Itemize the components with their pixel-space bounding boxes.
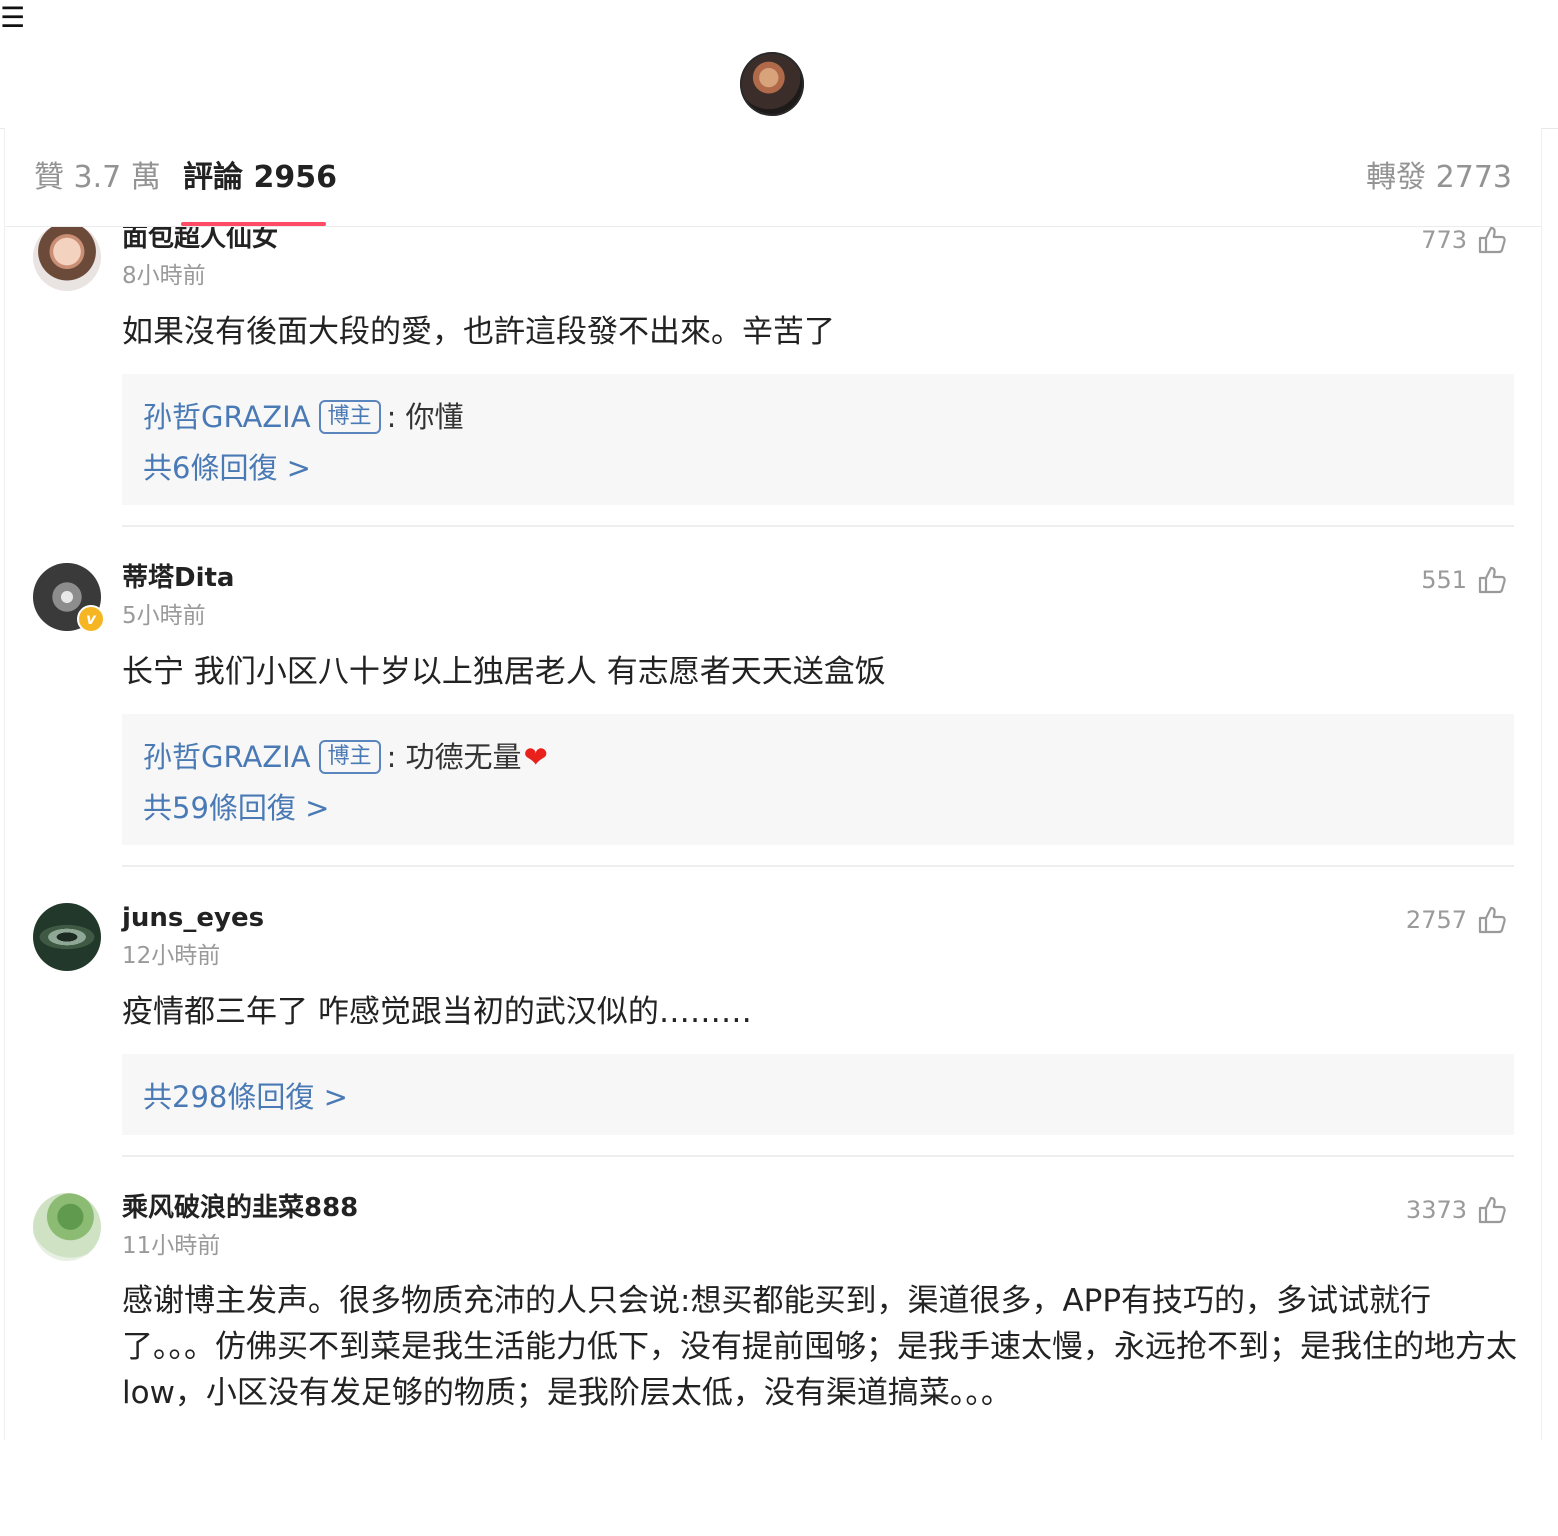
tab-bar: 贊 3.7 萬 評論 2956 轉發 2773: [5, 128, 1541, 227]
reply-box[interactable]: 共298條回復 >: [122, 1054, 1514, 1135]
like-count: 773: [1421, 226, 1467, 254]
bottom-blank: [0, 1440, 1558, 1536]
divider: [122, 1155, 1514, 1157]
comment-text: 感谢博主发声。很多物质充沛的人只会说:想买都能买到，渠道很多，APP有技巧的，多…: [122, 1283, 1517, 1411]
like-button[interactable]: 551: [1421, 563, 1507, 597]
top-bar: [0, 0, 1558, 129]
avatar[interactable]: v: [33, 563, 105, 633]
divider: [122, 525, 1514, 527]
comment-feed[interactable]: 面包超人仙女 8小時前 773 如果沒有後面大段的愛，也許這段發不出來。辛苦了 …: [5, 128, 1541, 1440]
tab-comments[interactable]: 評論 2956: [183, 158, 337, 198]
thumbs-up-icon: [1478, 566, 1506, 594]
tab-likes[interactable]: 贊 3.7 萬: [34, 158, 161, 198]
divider: [122, 865, 1514, 867]
comments-panel: 面包超人仙女 8小時前 773 如果沒有後面大段的愛，也許這段發不出來。辛苦了 …: [4, 128, 1542, 1440]
comment-text: 长宁 我们小区八十岁以上独居老人 有志愿者天天送盒饭: [122, 654, 886, 690]
like-count: 2757: [1405, 906, 1467, 934]
verified-badge-icon: v: [77, 605, 105, 633]
reply-text: : 你懂: [386, 400, 464, 434]
comment-time: 5小時前: [122, 603, 206, 629]
like-button[interactable]: 2757: [1406, 903, 1507, 937]
like-count: 551: [1421, 566, 1467, 594]
author-badge: 博主: [318, 740, 381, 774]
thumbs-up-icon: [1478, 906, 1506, 934]
avatar[interactable]: [33, 1193, 101, 1261]
reply-preview: 孙哲GRAZIA 博主 : 功德无量 ❤: [143, 736, 548, 778]
comment-username[interactable]: 乘风破浪的韭菜888: [122, 1191, 358, 1225]
reply-preview: 孙哲GRAZIA 博主 : 你懂: [143, 396, 464, 438]
comment-time: 8小時前: [122, 263, 206, 289]
author-badge: 博主: [318, 400, 381, 434]
view-replies-link[interactable]: 共298條回復 >: [143, 1076, 348, 1118]
comment-text: 如果沒有後面大段的愛，也許這段發不出來。辛苦了: [122, 314, 835, 350]
like-count: 3373: [1405, 1196, 1467, 1224]
like-button[interactable]: 773: [1421, 223, 1507, 257]
comment-time: 11小時前: [122, 1233, 221, 1259]
reply-author[interactable]: 孙哲GRAZIA: [143, 736, 311, 778]
thumbs-up-icon: [1478, 1196, 1506, 1224]
active-tab-indicator: [181, 222, 326, 226]
avatar[interactable]: [33, 903, 101, 971]
heart-emoji-icon: ❤: [523, 740, 548, 774]
like-button[interactable]: 3373: [1406, 1193, 1507, 1227]
menu-icon[interactable]: ☰: [0, 2, 25, 34]
tab-reposts[interactable]: 轉發 2773: [1366, 158, 1512, 198]
reply-author[interactable]: 孙哲GRAZIA: [143, 396, 311, 438]
view-replies-link[interactable]: 共59條回復 >: [143, 787, 329, 829]
comment-username[interactable]: 蒂塔Dita: [122, 561, 234, 595]
comment-username[interactable]: juns_eyes: [122, 901, 264, 935]
view-replies-link[interactable]: 共6條回復 >: [143, 447, 311, 489]
reply-text: : 功德无量: [386, 740, 522, 774]
page: ☰ 面包超人仙女 8小時前 773 如果沒有後面大段的愛，也許這段發不出來。辛苦…: [0, 0, 1558, 1536]
comment-time: 12小時前: [122, 943, 221, 969]
blogger-avatar[interactable]: [740, 52, 804, 116]
reply-box[interactable]: 孙哲GRAZIA 博主 : 功德无量 ❤ 共59條回復 >: [122, 714, 1514, 845]
comment-text: 疫情都三年了 咋感觉跟当初的武汉似的………: [122, 994, 752, 1030]
avatar[interactable]: [33, 223, 101, 291]
reply-box[interactable]: 孙哲GRAZIA 博主 : 你懂 共6條回復 >: [122, 374, 1514, 505]
thumbs-up-icon: [1478, 226, 1506, 254]
